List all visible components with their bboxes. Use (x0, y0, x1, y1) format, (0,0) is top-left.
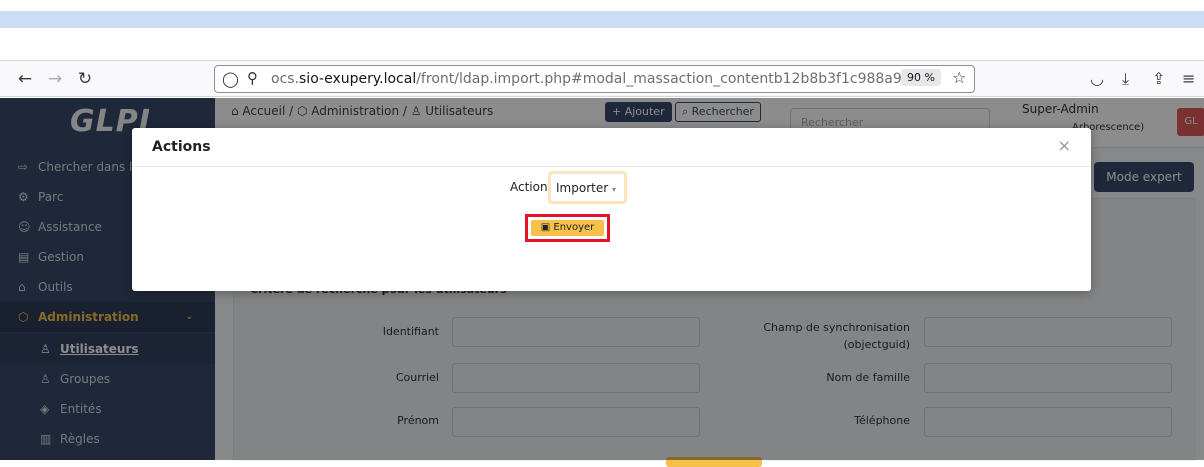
send-highlight: ▣ Envoyer (525, 214, 610, 242)
back-icon[interactable]: ← (14, 68, 36, 90)
menu-icon[interactable]: ≡ (1182, 69, 1195, 88)
download-icon[interactable]: ⤓ (1122, 69, 1129, 89)
close-icon[interactable]: × (1058, 136, 1071, 155)
lock-icon[interactable]: ⚲ (247, 69, 258, 87)
action-select[interactable]: Importer ▾ (548, 171, 627, 204)
browser-toolbar: ← → ↻ ◯ ⚲ ocs.sio-exupery.local/front/ld… (0, 61, 1204, 97)
url-text[interactable]: ocs.sio-exupery.local/front/ldap.import.… (271, 71, 911, 87)
reload-icon[interactable]: ↻ (74, 68, 96, 90)
browser-window: ← → ↻ ◯ ⚲ ocs.sio-exupery.local/front/ld… (0, 60, 1204, 467)
top-strip (0, 11, 1204, 28)
share-icon[interactable]: ⇪ (1152, 69, 1165, 88)
actions-modal: Actions × Action Importer ▾ ▣ Envoyer (132, 128, 1091, 291)
shield-icon[interactable]: ◯ (222, 70, 239, 88)
caret-down-icon: ▾ (611, 185, 616, 194)
star-icon[interactable]: ☆ (952, 68, 966, 87)
forward-icon[interactable]: → (44, 68, 66, 90)
modal-divider (132, 166, 1091, 167)
modal-title: Actions (152, 139, 211, 155)
url-bar[interactable]: ◯ ⚲ ocs.sio-exupery.local/front/ldap.imp… (214, 65, 975, 93)
action-label: Action (510, 180, 548, 194)
pocket-icon[interactable]: ◡ (1090, 69, 1104, 88)
save-icon: ▣ (540, 222, 551, 233)
send-button[interactable]: ▣ Envoyer (531, 220, 604, 236)
zoom-level[interactable]: 90 % (901, 69, 941, 86)
desktop-top-band (0, 0, 1204, 28)
